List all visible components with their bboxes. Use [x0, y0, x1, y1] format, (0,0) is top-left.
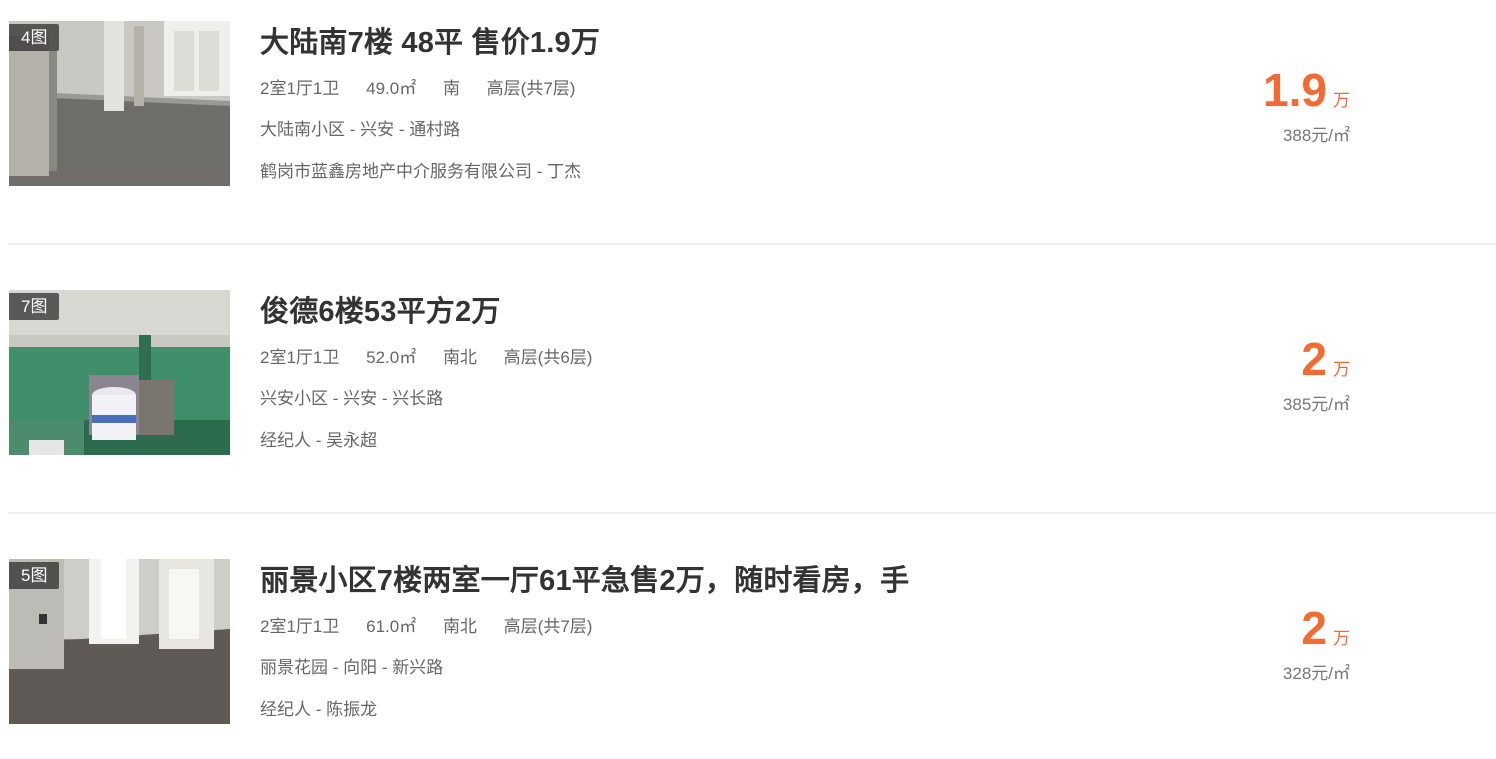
listing-item[interactable]: 7图 俊德6楼53平方2万 2室1厅1卫 52.0㎡ 南北 高层(共6层) 兴安… — [0, 269, 1496, 514]
listing-location[interactable]: 兴安小区 - 兴安 - 兴长路 — [260, 384, 443, 409]
room-layout: 2室1厅1卫 — [260, 617, 340, 636]
price-unit: 万 — [1333, 91, 1350, 110]
listing-attributes: 2室1厅1卫 52.0㎡ 南北 高层(共6层) — [260, 343, 592, 368]
price-value: 1.9 — [1263, 64, 1327, 116]
listing-photo[interactable]: 5图 — [9, 559, 230, 724]
orientation: 南北 — [442, 348, 477, 367]
listing-photo[interactable]: 7图 — [9, 290, 230, 455]
listing-agent[interactable]: 鹤岗市蓝鑫房地产中介服务有限公司 - 丁杰 — [260, 157, 581, 182]
orientation: 南 — [442, 79, 460, 98]
photo-count-badge: 5图 — [9, 562, 60, 589]
total-price: 2万 — [1301, 601, 1350, 655]
listing-location[interactable]: 大陆南小区 - 兴安 - 通村路 — [260, 115, 460, 140]
listing-divider — [9, 243, 1496, 245]
floor-area: 61.0㎡ — [366, 617, 417, 636]
room-layout: 2室1厅1卫 — [260, 348, 340, 367]
listing-photo[interactable]: 4图 — [9, 21, 230, 186]
floor-level: 高层(共7层) — [503, 617, 593, 636]
listing-location[interactable]: 丽景花园 - 向阳 - 新兴路 — [260, 653, 443, 678]
price-unit: 万 — [1333, 629, 1350, 648]
unit-price: 388元/㎡ — [1282, 126, 1350, 145]
floor-area: 49.0㎡ — [366, 79, 417, 98]
unit-price: 385元/㎡ — [1282, 395, 1350, 414]
orientation: 南北 — [442, 617, 477, 636]
total-price: 1.9 万 — [1263, 63, 1350, 117]
listing-divider — [9, 512, 1496, 514]
listing-agent[interactable]: 经纪人 - 吴永超 — [260, 426, 377, 451]
room-layout: 2室1厅1卫 — [260, 79, 340, 98]
photo-count-badge: 4图 — [9, 24, 60, 51]
floor-level: 高层(共6层) — [503, 348, 593, 367]
listing-attributes: 2室1厅1卫 49.0㎡ 南 高层(共7层) — [260, 74, 575, 99]
floor-level: 高层(共7层) — [486, 79, 576, 98]
listing-attributes: 2室1厅1卫 61.0㎡ 南北 高层(共7层) — [260, 612, 592, 637]
listing-item[interactable]: 5图 丽景小区7楼两室一厅61平急售2万，随时看房，手 2室1厅1卫 61.0㎡… — [0, 538, 1496, 759]
price-value: 2 — [1301, 602, 1327, 654]
total-price: 2万 — [1301, 332, 1350, 386]
listing-agent[interactable]: 经纪人 - 陈振龙 — [260, 695, 377, 720]
photo-count-badge: 7图 — [9, 293, 60, 320]
price-value: 2 — [1301, 333, 1327, 385]
unit-price: 328元/㎡ — [1282, 664, 1350, 683]
floor-area: 52.0㎡ — [366, 348, 417, 367]
listing-title[interactable]: 丽景小区7楼两室一厅61平急售2万，随时看房，手 — [260, 557, 909, 599]
listing-item[interactable]: 4图 大陆南7楼 48平 售价1.9万 2室1厅1卫 49.0㎡ 南 高层(共7… — [0, 0, 1496, 245]
listing-list: 4图 大陆南7楼 48平 售价1.9万 2室1厅1卫 49.0㎡ 南 高层(共7… — [0, 0, 1496, 759]
listing-title[interactable]: 俊德6楼53平方2万 — [260, 288, 501, 330]
price-unit: 万 — [1333, 360, 1350, 379]
listing-title[interactable]: 大陆南7楼 48平 售价1.9万 — [260, 19, 600, 61]
